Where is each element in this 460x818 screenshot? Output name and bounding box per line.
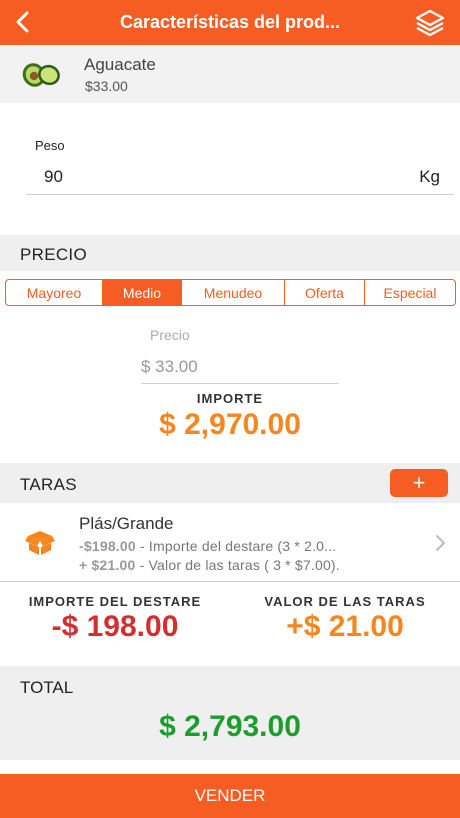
box-icon — [24, 528, 56, 558]
tara-name: Plás/Grande — [79, 514, 174, 533]
price-label: Precio — [150, 327, 190, 343]
layers-button[interactable] — [414, 8, 446, 38]
tara-value-amount: + $21.00 — [79, 557, 136, 573]
tab-oferta[interactable]: Oferta — [285, 280, 365, 305]
tab-especial[interactable]: Especial — [365, 280, 455, 305]
add-tara-button[interactable]: + — [390, 469, 448, 497]
taras-value: +$ 21.00 — [286, 610, 404, 643]
chevron-left-icon — [16, 11, 29, 33]
tara-destare-text: - Importe del destare (3 * 2.0... — [135, 538, 337, 554]
price-section-title: PRECIO — [20, 245, 87, 264]
weight-unit: Kg — [419, 167, 440, 186]
price-input[interactable]: $ 33.00 — [141, 350, 339, 384]
tara-value-line: + $21.00 - Valor de las taras ( 3 * $7.0… — [79, 557, 340, 573]
taras-value-label: VALOR DE LAS TARAS — [264, 594, 426, 609]
amount-label: IMPORTE — [196, 391, 264, 406]
price-type-selector: Mayoreo Medio Menudeo Oferta Especial — [5, 279, 456, 306]
tab-medio[interactable]: Medio — [103, 280, 182, 305]
price-value: $ 33.00 — [141, 357, 198, 376]
destare-label: IMPORTE DEL DESTARE — [28, 594, 202, 609]
product-name: Aguacate — [84, 55, 156, 74]
total-value: $ 2,793.00 — [159, 710, 301, 743]
destare-value: -$ 198.00 — [51, 610, 179, 643]
tara-value-text: - Valor de las taras ( 3 * $7.00). — [135, 557, 340, 573]
layers-icon — [415, 9, 445, 37]
back-button[interactable] — [8, 6, 38, 38]
product-summary: Aguacate $33.00 — [0, 45, 460, 103]
total-section: TOTAL $ 2,793.00 — [0, 666, 460, 760]
chevron-right-icon — [434, 534, 446, 552]
tara-destare-amount: -$198.00 — [79, 538, 136, 554]
taras-section-title: TARAS — [20, 475, 77, 494]
tara-destare-line: -$198.00 - Importe del destare (3 * 2.0.… — [79, 538, 336, 554]
avocado-icon — [20, 57, 62, 91]
total-label: TOTAL — [20, 678, 74, 697]
weight-input[interactable]: 90 Kg — [26, 160, 454, 195]
price-section-header: PRECIO — [0, 235, 460, 271]
weight-value: 90 — [44, 167, 63, 186]
tab-mayoreo[interactable]: Mayoreo — [6, 280, 103, 305]
tara-list-item[interactable]: Plás/Grande -$198.00 - Importe del desta… — [0, 504, 460, 582]
weight-label: Peso — [35, 138, 65, 153]
amount-value: $ 2,970.00 — [159, 408, 301, 441]
tab-menudeo[interactable]: Menudeo — [182, 280, 285, 305]
page-title: Características del prod... — [119, 12, 341, 32]
sell-button[interactable]: VENDER — [0, 774, 460, 818]
product-price: $33.00 — [85, 78, 128, 94]
top-bar: Características del prod... — [0, 0, 460, 45]
